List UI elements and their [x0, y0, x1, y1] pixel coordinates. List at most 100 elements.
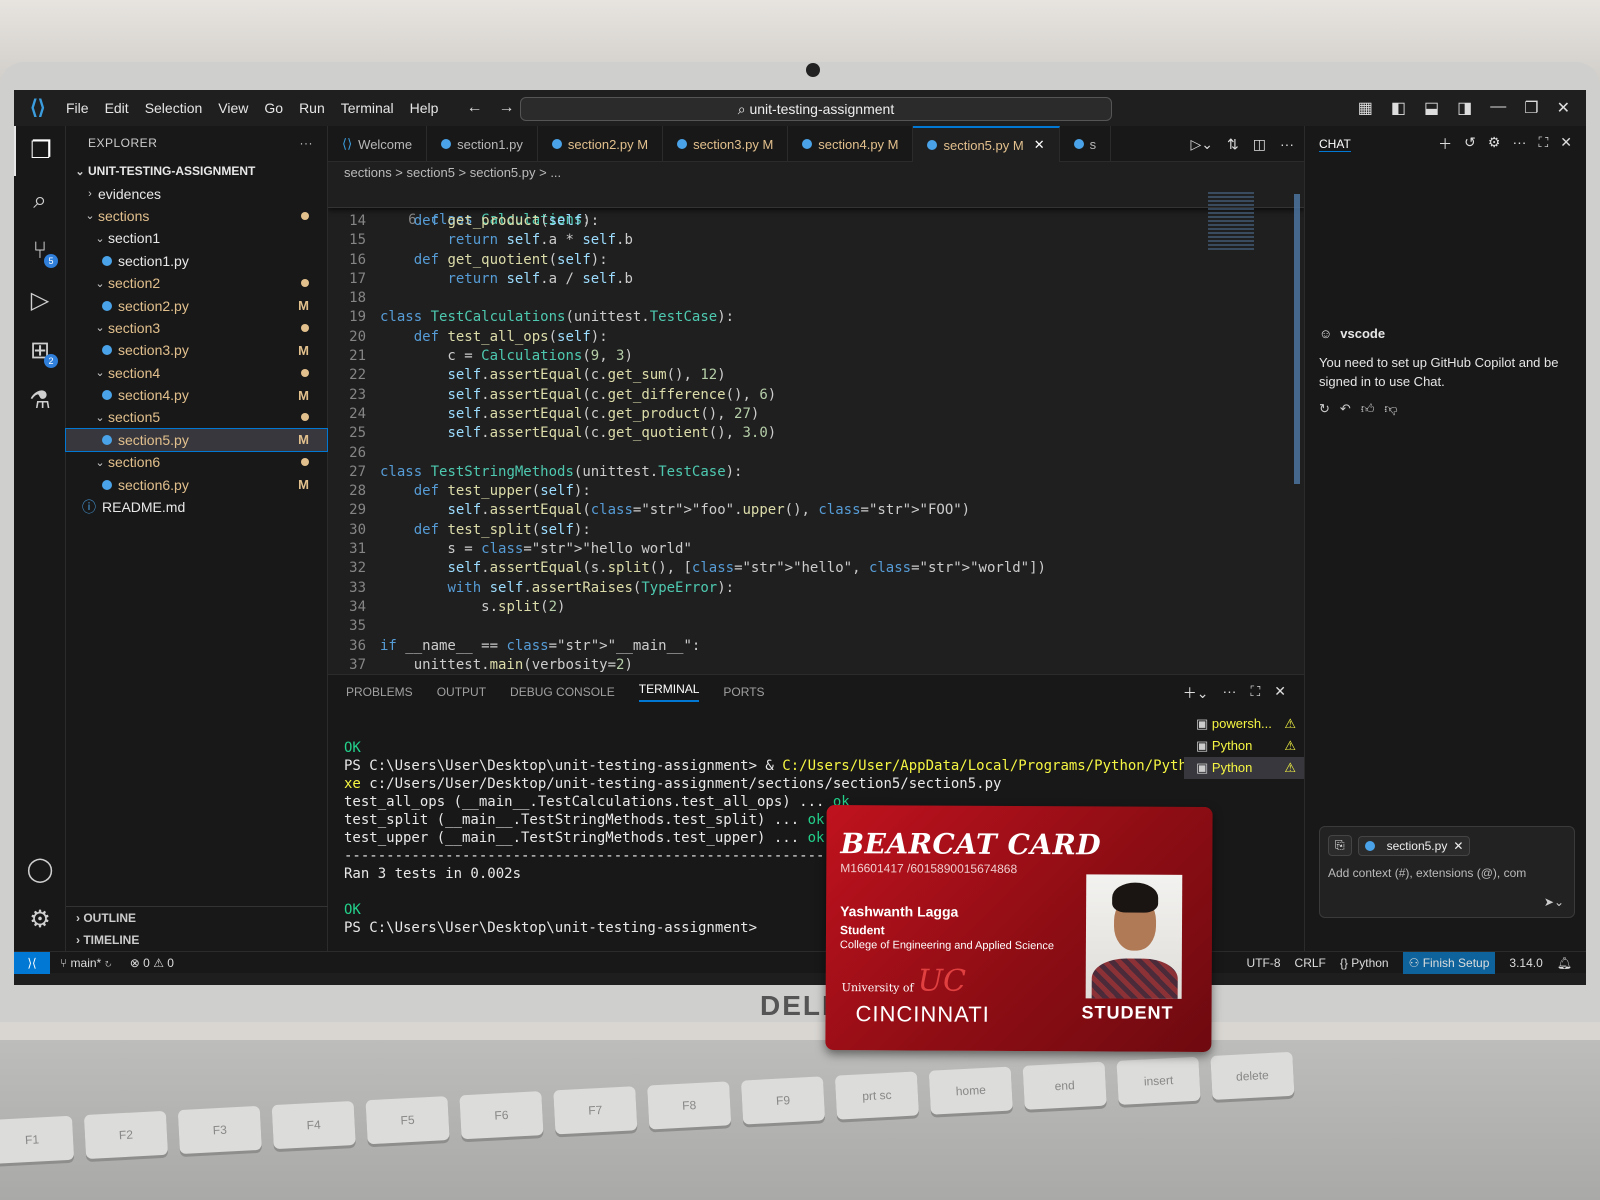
account-icon[interactable]: ◯ [14, 845, 66, 895]
layout-icon[interactable]: ▦ [1358, 98, 1373, 118]
menu-item-go[interactable]: Go [264, 100, 283, 116]
encoding[interactable]: UTF-8 [1247, 956, 1281, 970]
more-actions-icon[interactable]: ··· [300, 136, 314, 150]
code-line[interactable]: 31 s = class="str">"hello world" [328, 540, 1304, 559]
close-panel-icon[interactable]: ✕ [1274, 683, 1286, 703]
code-line[interactable]: 16 def get_quotient(self): [328, 251, 1304, 270]
language-mode[interactable]: {} Python [1340, 956, 1389, 970]
menu-item-help[interactable]: Help [410, 100, 439, 116]
more-actions-icon[interactable]: ··· [1222, 683, 1236, 703]
sticky-scroll-line[interactable]: 6 class Calculations: [328, 184, 1304, 228]
tree-file[interactable]: section2.py M [66, 294, 327, 316]
code-line[interactable]: 23 self.assertEqual(c.get_difference(), … [328, 386, 1304, 405]
undo-icon[interactable]: ↶ [1340, 399, 1351, 418]
remote-icon[interactable]: ⟩⟨ [14, 951, 50, 974]
tree-folder[interactable]: ⌄ section3 [66, 317, 327, 339]
tree-folder[interactable]: ⌄ section1 [66, 227, 327, 249]
editor-tab[interactable]: section2.py M [538, 126, 664, 162]
toggle-sidebar-icon[interactable]: ◧ [1391, 98, 1406, 118]
close-window-icon[interactable]: ✕ [1557, 98, 1570, 118]
menu-item-run[interactable]: Run [299, 100, 325, 116]
send-icon[interactable]: ➤⌄ [1544, 895, 1564, 909]
tree-folder[interactable]: ⌄ section4 [66, 362, 327, 384]
code-line[interactable]: 21 c = Calculations(9, 3) [328, 347, 1304, 366]
search-view-icon[interactable]: ⌕ [14, 176, 66, 226]
remove-chip-icon[interactable]: ✕ [1453, 839, 1463, 853]
terminal-instance[interactable]: ▣ Python ⚠ [1184, 735, 1304, 757]
code-line[interactable]: 30 def test_split(self): [328, 521, 1304, 540]
editor-tab[interactable]: section3.py M [663, 126, 789, 162]
line-endings[interactable]: CRLF [1295, 956, 1326, 970]
menu-item-view[interactable]: View [218, 100, 248, 116]
tree-file[interactable]: ⓘ README.md [66, 496, 327, 518]
code-line[interactable]: 29 self.assertEqual(class="str">"foo".up… [328, 501, 1304, 520]
code-line[interactable]: 33 with self.assertRaises(TypeError): [328, 579, 1304, 598]
forward-arrow-icon[interactable]: → [498, 99, 514, 117]
tree-folder[interactable]: › evidences [66, 182, 327, 204]
code-line[interactable]: 18 [328, 289, 1304, 308]
code-line[interactable]: 17 return self.a / self.b [328, 270, 1304, 289]
split-editor-icon[interactable]: ◫ [1253, 136, 1266, 153]
command-center-search[interactable]: ⌕ unit-testing-assignment [520, 97, 1112, 121]
back-arrow-icon[interactable]: ← [466, 99, 482, 117]
terminal-instance[interactable]: ▣ powersh... ⚠ [1184, 713, 1304, 735]
notifications-bell-icon[interactable]: 🔔︎ [1557, 956, 1572, 970]
testing-flask-icon[interactable]: ⚗ [14, 376, 66, 426]
workspace-root[interactable]: ⌄ UNIT-TESTING-ASSIGNMENT [66, 160, 327, 182]
terminal-instance[interactable]: ▣ Python ⚠ [1184, 757, 1304, 779]
tree-folder[interactable]: ⌄ section6 [66, 451, 327, 473]
code-line[interactable]: 37 unittest.main(verbosity=2) [328, 656, 1304, 674]
code-editor[interactable]: 6 class Calculations: 14 def get_product(… [328, 184, 1304, 674]
menu-item-selection[interactable]: Selection [145, 100, 203, 116]
outline-section[interactable]: › OUTLINE [66, 907, 328, 929]
finish-setup-button[interactable]: ⚇ Finish Setup [1402, 952, 1496, 974]
code-line[interactable]: 28 def test_upper(self): [328, 482, 1304, 501]
restore-icon[interactable]: ❐ [1524, 98, 1538, 118]
run-file-icon[interactable]: ▷⌄ [1191, 136, 1214, 153]
tree-folder[interactable]: ⌄ section2 [66, 272, 327, 294]
code-line[interactable]: 14 def get_product(self): [328, 212, 1304, 231]
maximize-chat-icon[interactable]: ⛶ [1538, 134, 1548, 154]
panel-tab-output[interactable]: OUTPUT [437, 685, 486, 699]
close-chat-icon[interactable]: ✕ [1560, 134, 1572, 154]
branch-indicator[interactable]: ⑂ main* ↻ [60, 956, 112, 970]
tree-file[interactable]: section3.py M [66, 339, 327, 361]
extensions-icon[interactable]: ⊞ 2 [14, 326, 66, 376]
run-debug-icon[interactable]: ▷ [14, 276, 66, 326]
thumbs-down-icon[interactable]: 👎︎ [1384, 399, 1397, 418]
problems-indicator[interactable]: ⊗ 0 ⚠ 0 [130, 956, 174, 970]
context-chip[interactable]: section5.py ✕ [1357, 835, 1471, 856]
menu-item-terminal[interactable]: Terminal [341, 100, 394, 116]
code-line[interactable]: 27 class TestStringMethods(unittest.TestC… [328, 463, 1304, 482]
source-control-icon[interactable]: ⑂ 5 [14, 226, 66, 276]
code-line[interactable]: 34 s.split(2) [328, 598, 1304, 617]
more-actions-icon[interactable]: ··· [1512, 134, 1526, 154]
editor-tab[interactable]: section1.py [427, 126, 538, 162]
code-line[interactable]: 15 return self.a * self.b [328, 231, 1304, 250]
settings-gear-icon[interactable]: ⚙ [14, 895, 66, 945]
panel-tab-terminal[interactable]: TERMINAL [638, 682, 700, 702]
toggle-panel-icon[interactable]: ⬓ [1424, 98, 1439, 118]
code-line[interactable]: 35 [328, 617, 1304, 636]
editor-tab[interactable]: section4.py M [788, 126, 914, 162]
code-line[interactable]: 20 def test_all_ops(self): [328, 328, 1304, 347]
panel-tab-problems[interactable]: PROBLEMS [346, 685, 413, 699]
maximize-panel-icon[interactable]: ⛶ [1250, 683, 1260, 703]
more-actions-icon[interactable]: ··· [1280, 136, 1294, 153]
minimize-icon[interactable]: — [1490, 98, 1506, 118]
panel-tab-debug-console[interactable]: DEBUG CONSOLE [510, 685, 615, 699]
retry-icon[interactable]: ↻ [1319, 399, 1330, 418]
code-line[interactable]: 25 self.assertEqual(c.get_quotient(), 3.… [328, 424, 1304, 443]
editor-tab[interactable]: ⟨⟩ Welcome [328, 126, 428, 162]
history-icon[interactable]: ↺ [1464, 134, 1476, 154]
code-line[interactable]: 19 class TestCalculations(unittest.TestCa… [328, 308, 1304, 327]
chat-input-box[interactable]: ⎘ section5.py ✕ Add context (#), extensio… [1319, 826, 1575, 918]
menu-item-file[interactable]: File [66, 100, 89, 116]
panel-tab-ports[interactable]: PORTS [723, 685, 764, 699]
new-chat-icon[interactable]: ＋ [1438, 134, 1452, 154]
code-line[interactable]: 22 self.assertEqual(c.get_sum(), 12) [328, 366, 1304, 385]
breadcrumb[interactable]: sections > section5 > section5.py > ... [328, 162, 1304, 184]
explorer-icon[interactable]: ❐ [14, 126, 66, 176]
tree-file[interactable]: section5.py M [65, 427, 328, 453]
close-tab-icon[interactable]: ✕ [1034, 137, 1045, 153]
